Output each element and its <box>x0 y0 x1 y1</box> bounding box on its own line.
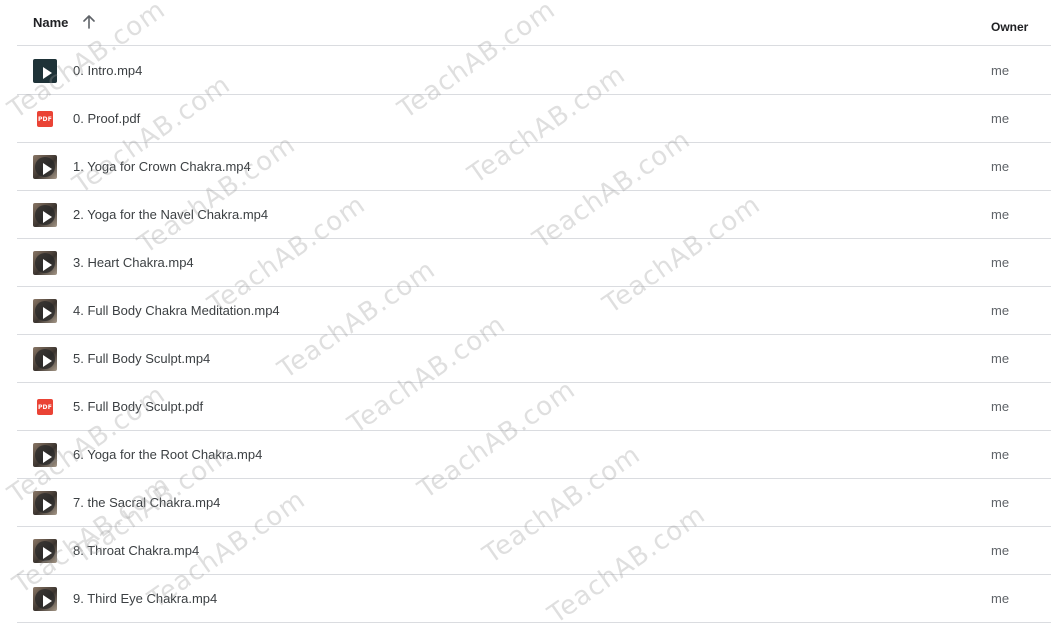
file-owner: me <box>991 63 1010 78</box>
play-icon <box>43 595 52 607</box>
video-thumbnail <box>33 347 57 371</box>
play-icon <box>43 307 52 319</box>
video-thumbnail-icon <box>33 443 57 467</box>
file-row[interactable]: 3. Heart Chakra.mp4 me <box>17 239 1051 287</box>
video-thumbnail <box>33 587 57 611</box>
file-name[interactable]: 8. Throat Chakra.mp4 <box>73 543 199 558</box>
video-thumbnail-icon <box>33 299 57 323</box>
video-thumbnail-icon <box>33 491 57 515</box>
video-thumbnail <box>33 251 57 275</box>
play-icon <box>43 67 52 79</box>
name-column-label: Name <box>33 14 69 30</box>
file-list: Name Owner 0. Intro.mp4 me PDF 0. Proof.pdf… <box>0 0 1051 643</box>
play-circle <box>35 301 55 321</box>
file-row[interactable]: 8. Throat Chakra.mp4 me <box>17 527 1051 575</box>
play-circle <box>35 349 55 369</box>
pdf-badge: PDF <box>37 111 53 127</box>
owner-column-header[interactable]: Owner <box>991 20 1028 34</box>
play-icon <box>43 547 52 559</box>
play-icon <box>43 259 52 271</box>
file-row[interactable]: PDF 0. Proof.pdf me <box>17 95 1051 143</box>
file-row[interactable]: 2. Yoga for the Navel Chakra.mp4 me <box>17 191 1051 239</box>
file-owner: me <box>991 543 1010 558</box>
file-row[interactable]: 7. the Sacral Chakra.mp4 me <box>17 479 1051 527</box>
video-thumbnail <box>33 203 57 227</box>
file-name[interactable]: 4. Full Body Chakra Meditation.mp4 <box>73 303 280 318</box>
file-owner: me <box>991 351 1010 366</box>
file-owner: me <box>991 399 1010 414</box>
file-row[interactable]: 0. Intro.mp4 me <box>17 47 1051 95</box>
video-thumbnail <box>33 155 57 179</box>
file-owner: me <box>991 111 1010 126</box>
video-thumbnail-icon <box>33 155 57 179</box>
name-column-header[interactable]: Name <box>33 14 97 30</box>
file-owner: me <box>991 591 1010 606</box>
play-circle <box>35 589 55 609</box>
file-owner: me <box>991 255 1010 270</box>
file-owner: me <box>991 159 1010 174</box>
video-thumbnail-icon <box>33 587 57 611</box>
file-name[interactable]: 7. the Sacral Chakra.mp4 <box>73 495 220 510</box>
video-thumbnail-icon <box>33 251 57 275</box>
file-row[interactable]: PDF 5. Full Body Sculpt.pdf me <box>17 383 1051 431</box>
video-thumbnail-icon <box>33 59 57 83</box>
video-thumbnail <box>33 491 57 515</box>
video-thumbnail <box>33 539 57 563</box>
play-circle <box>35 541 55 561</box>
file-name[interactable]: 5. Full Body Sculpt.pdf <box>73 399 203 414</box>
play-circle <box>35 253 55 273</box>
play-circle <box>35 445 55 465</box>
video-thumbnail <box>33 59 57 83</box>
arrow-up-icon[interactable] <box>81 14 97 30</box>
file-name[interactable]: 9. Third Eye Chakra.mp4 <box>73 591 217 606</box>
file-name[interactable]: 2. Yoga for the Navel Chakra.mp4 <box>73 207 268 222</box>
file-owner: me <box>991 207 1010 222</box>
video-thumbnail-icon <box>33 203 57 227</box>
file-row[interactable]: 4. Full Body Chakra Meditation.mp4 me <box>17 287 1051 335</box>
play-circle <box>35 61 55 81</box>
pdf-badge: PDF <box>37 399 53 415</box>
play-circle <box>35 493 55 513</box>
pdf-icon: PDF <box>33 395 57 419</box>
file-row[interactable]: 5. Full Body Sculpt.mp4 me <box>17 335 1051 383</box>
video-thumbnail <box>33 299 57 323</box>
file-name[interactable]: 5. Full Body Sculpt.mp4 <box>73 351 210 366</box>
file-row[interactable]: 1. Yoga for Crown Chakra.mp4 me <box>17 143 1051 191</box>
play-icon <box>43 499 52 511</box>
file-row[interactable]: 6. Yoga for the Root Chakra.mp4 me <box>17 431 1051 479</box>
play-circle <box>35 205 55 225</box>
play-circle <box>35 157 55 177</box>
file-name[interactable]: 0. Intro.mp4 <box>73 63 142 78</box>
file-name[interactable]: 6. Yoga for the Root Chakra.mp4 <box>73 447 262 462</box>
play-icon <box>43 211 52 223</box>
file-owner: me <box>991 303 1010 318</box>
pdf-icon: PDF <box>33 107 57 131</box>
file-row[interactable]: 9. Third Eye Chakra.mp4 me <box>17 575 1051 623</box>
file-owner: me <box>991 495 1010 510</box>
file-name[interactable]: 0. Proof.pdf <box>73 111 140 126</box>
video-thumbnail-icon <box>33 539 57 563</box>
video-thumbnail-icon <box>33 347 57 371</box>
video-thumbnail <box>33 443 57 467</box>
file-name[interactable]: 3. Heart Chakra.mp4 <box>73 255 194 270</box>
play-icon <box>43 355 52 367</box>
list-header: Name Owner <box>17 0 1051 46</box>
play-icon <box>43 451 52 463</box>
play-icon <box>43 163 52 175</box>
file-owner: me <box>991 447 1010 462</box>
file-name[interactable]: 1. Yoga for Crown Chakra.mp4 <box>73 159 251 174</box>
